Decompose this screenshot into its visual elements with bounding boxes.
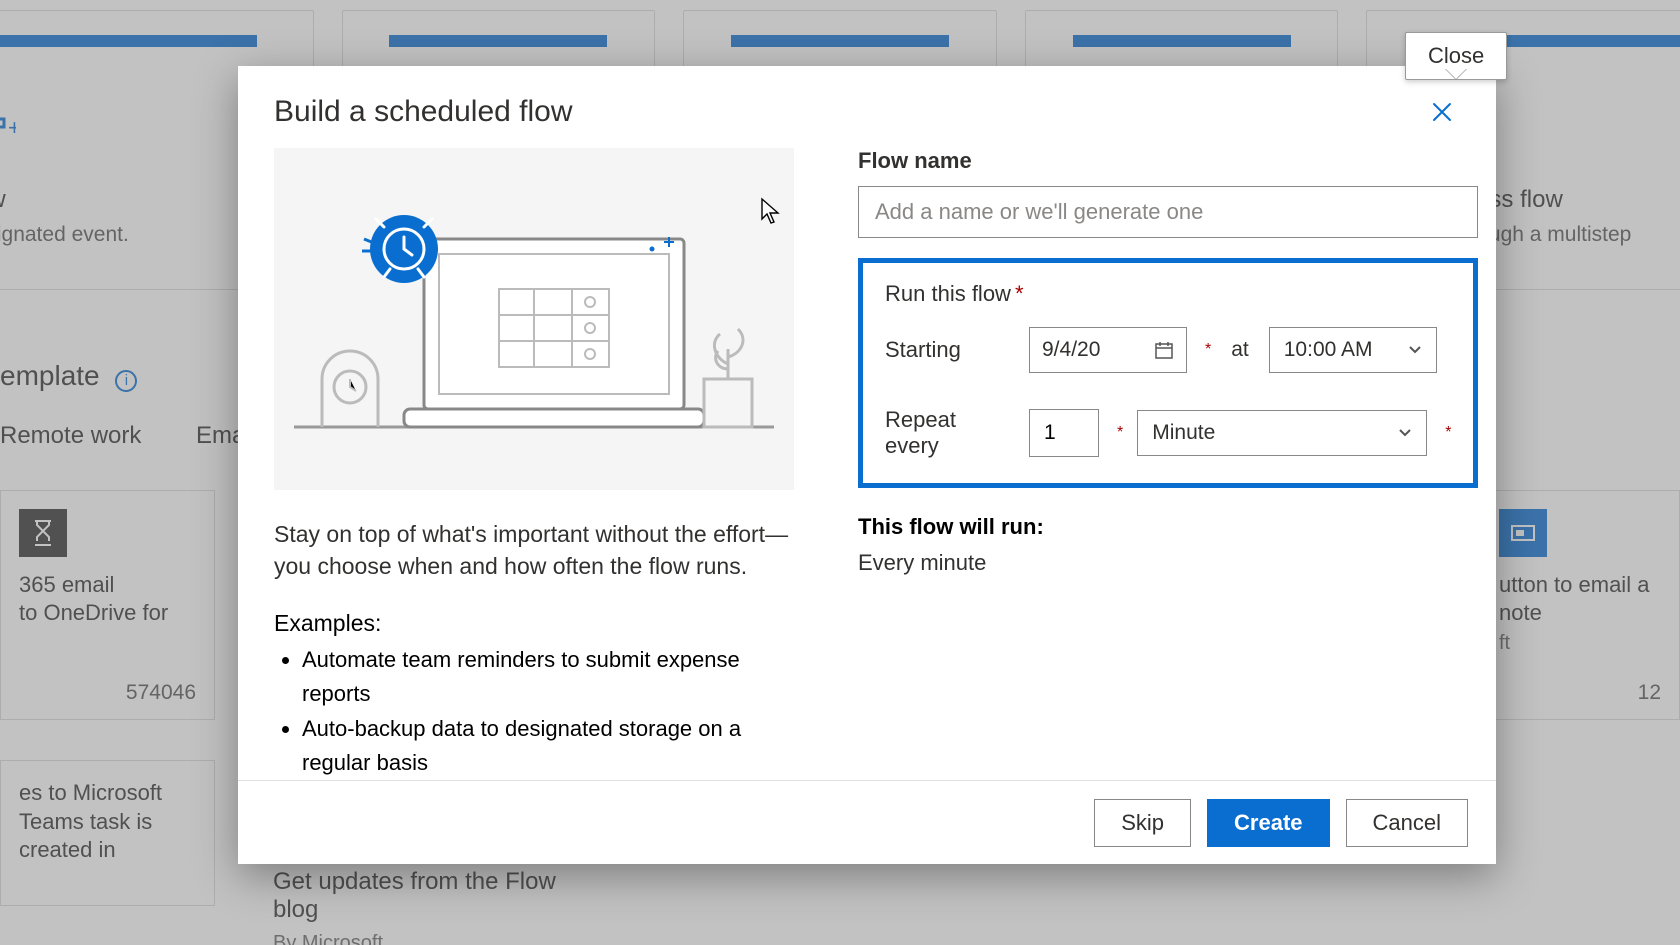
dialog-left-pane: Stay on top of what's important without … (274, 148, 826, 780)
starting-label: Starting (885, 337, 1015, 363)
required-marker: * (1205, 341, 1211, 359)
repeat-every-label: Repeat every (885, 407, 1015, 459)
flow-name-label: Flow name (858, 148, 1478, 174)
close-tooltip: Close (1405, 32, 1507, 80)
required-marker: * (1445, 424, 1451, 442)
scheduled-flow-dialog: Build a scheduled flow (238, 66, 1496, 864)
run-schedule-section: Run this flow* Starting 9/4/20 * at 10:0… (858, 258, 1478, 488)
repeat-unit-value: Minute (1152, 421, 1215, 445)
starting-time-value: 10:00 AM (1284, 338, 1373, 362)
starting-time-select[interactable]: 10:00 AM (1269, 327, 1437, 373)
dialog-header: Build a scheduled flow (238, 66, 1496, 148)
flow-name-input[interactable] (858, 186, 1478, 238)
example-item: Automate team reminders to submit expens… (302, 643, 794, 711)
starting-row: Starting 9/4/20 * at 10:00 AM (885, 327, 1451, 373)
dialog-body: Stay on top of what's important without … (238, 148, 1496, 780)
examples-label: Examples: (274, 610, 794, 637)
dialog-title: Build a scheduled flow (274, 95, 573, 129)
example-item: Auto-backup data to designated storage o… (302, 712, 794, 780)
scheduled-flow-illustration (274, 148, 794, 490)
chevron-down-icon (1408, 345, 1422, 355)
run-this-flow-label: Run this flow* (885, 281, 1451, 307)
create-button[interactable]: Create (1207, 799, 1329, 847)
cancel-button[interactable]: Cancel (1346, 799, 1468, 847)
flow-run-summary-value: Every minute (858, 550, 1478, 576)
dialog-description: Stay on top of what's important without … (274, 518, 794, 582)
close-button[interactable] (1424, 94, 1460, 130)
repeat-unit-select[interactable]: Minute (1137, 410, 1427, 456)
chevron-down-icon (1398, 428, 1412, 438)
repeat-row: Repeat every * Minute * (885, 407, 1451, 459)
examples-list: Automate team reminders to submit expens… (274, 643, 794, 779)
skip-button[interactable]: Skip (1094, 799, 1191, 847)
dialog-right-pane: Flow name Run this flow* Starting 9/4/20… (826, 148, 1478, 780)
at-label: at (1231, 338, 1249, 362)
required-marker: * (1117, 424, 1123, 442)
starting-date-input[interactable]: 9/4/20 (1029, 327, 1187, 373)
repeat-count-input[interactable] (1029, 409, 1099, 457)
flow-run-summary-label: This flow will run: (858, 514, 1478, 540)
calendar-icon (1154, 340, 1174, 360)
close-icon (1431, 101, 1453, 123)
starting-date-value: 9/4/20 (1042, 338, 1100, 362)
dialog-footer: Skip Create Cancel (238, 780, 1496, 865)
